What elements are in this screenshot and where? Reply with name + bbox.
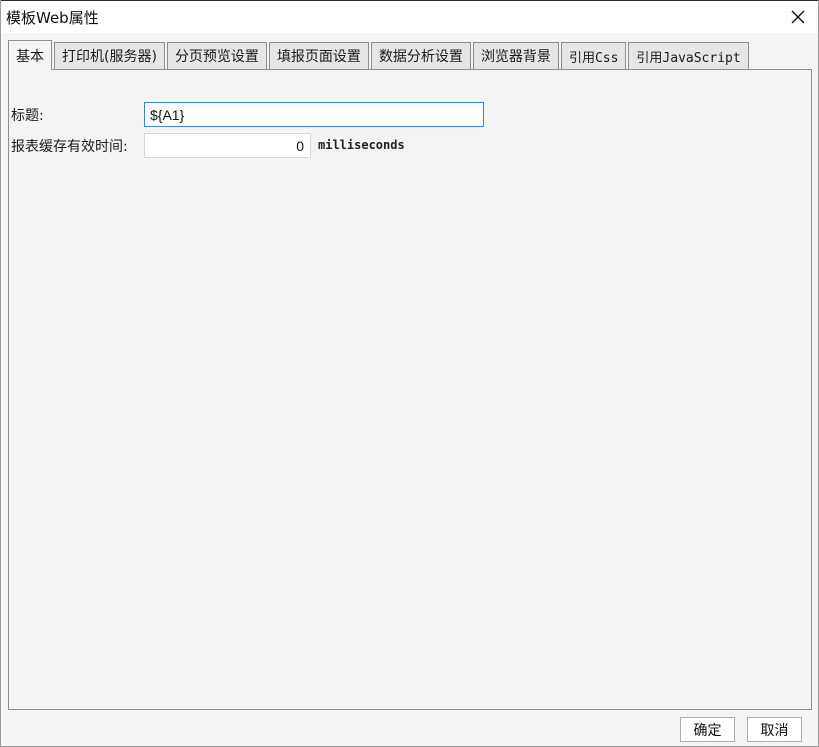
cache-time-field[interactable] (144, 133, 311, 158)
tab-browser-background[interactable]: 浏览器背景 (472, 42, 559, 69)
tab-reference-css[interactable]: 引用Css (560, 42, 627, 69)
cache-time-unit: milliseconds (318, 138, 405, 152)
close-button[interactable] (784, 4, 812, 30)
tab-bar: 基本 打印机(服务器) 分页预览设置 填报页面设置 数据分析设置 浏览器背景 引… (8, 40, 751, 70)
tab-printer-server[interactable]: 打印机(服务器) (54, 42, 165, 69)
cache-time-label: 报表缓存有效时间: (11, 139, 128, 155)
cancel-button[interactable]: 取消 (747, 717, 802, 742)
tab-reference-javascript[interactable]: 引用JavaScript (628, 42, 749, 69)
tab-data-analysis-settings[interactable]: 数据分析设置 (370, 42, 471, 69)
basic-tab-panel: 标题: 报表缓存有效时间: milliseconds (8, 69, 812, 710)
title-field[interactable] (144, 102, 484, 127)
window-title: 模板Web属性 (6, 9, 99, 27)
tab-fill-page-settings[interactable]: 填报页面设置 (268, 42, 369, 69)
tab-page-preview-settings[interactable]: 分页预览设置 (166, 42, 267, 69)
title-field-label: 标题: (11, 108, 44, 124)
tab-basic[interactable]: 基本 (8, 40, 52, 70)
title-bar: 模板Web属性 (1, 0, 818, 33)
close-icon (791, 10, 805, 24)
dialog-window: 模板Web属性 基本 打印机(服务器) 分页预览设置 填报页面设置 数据分析设置… (0, 0, 819, 747)
ok-button[interactable]: 确定 (680, 717, 735, 742)
